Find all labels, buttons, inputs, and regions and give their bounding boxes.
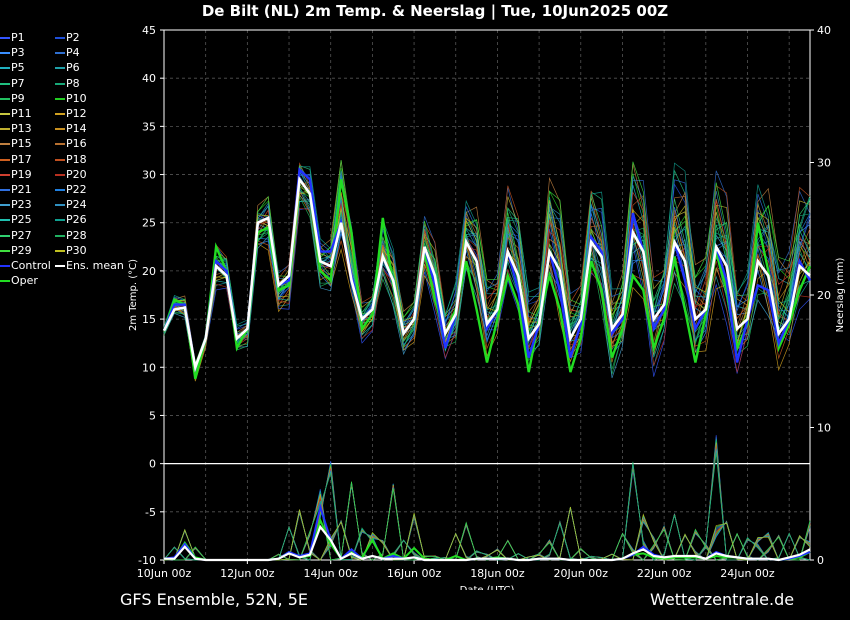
y-tick-label: 20	[142, 265, 156, 278]
member-precip-line	[163, 482, 811, 561]
x-tick-label: 14Jun 00z	[303, 567, 358, 580]
member-precip-line	[163, 506, 811, 561]
series	[162, 159, 812, 562]
member-precip-line	[163, 507, 811, 561]
member-precip-line	[163, 507, 811, 561]
x-tick-label: 22Jun 00z	[637, 567, 692, 580]
x-tick-label: 18Jun 00z	[470, 567, 525, 580]
y-tick-label: 0	[149, 458, 156, 471]
member-precip-line	[163, 507, 811, 561]
member-precip-line	[163, 483, 811, 561]
footer-source: Wetterzentrale.de	[650, 590, 795, 609]
y-tick-label: 40	[142, 72, 156, 85]
y2-tick-label: 40	[817, 24, 831, 37]
chart: -10 -5 0 5 10 15 20 25 30 35 40 45 0 10 20 30 40 10Jun 00…	[128, 24, 846, 590]
x-tick-label: 20Jun 00z	[554, 567, 609, 580]
member-precip-line	[163, 482, 811, 561]
member-precip-line	[163, 484, 811, 561]
member-precip-line	[163, 481, 811, 561]
footer-model-info: GFS Ensemble, 52N, 5E	[120, 590, 308, 609]
y-tick-label: 25	[142, 217, 156, 230]
member-precip-line	[163, 507, 811, 561]
member-precip-line	[163, 483, 811, 561]
member-precip-line	[163, 481, 811, 561]
member-precip-line	[163, 507, 811, 561]
y2-tick-label: 30	[817, 157, 831, 170]
y-tick-label: 30	[142, 169, 156, 182]
member-precip-line	[163, 507, 811, 561]
y-tick-label: -10	[138, 554, 156, 567]
y-tick-label: 35	[142, 120, 156, 133]
y-tick-label: 15	[142, 313, 156, 326]
member-precip-line	[163, 508, 811, 561]
member-precip-line	[163, 508, 811, 561]
y2-tick-label: 0	[817, 554, 824, 567]
x-tick-label: 12Jun 00z	[220, 567, 275, 580]
y-tick-label: 10	[142, 361, 156, 374]
y2-tick-label: 20	[817, 289, 831, 302]
y-tick-label: 45	[142, 24, 156, 37]
member-precip-line	[163, 507, 811, 561]
y-axis-label: 2m Temp. (°C)	[128, 259, 139, 331]
axes	[160, 29, 814, 564]
control-precip-line	[163, 503, 811, 562]
member-precip-line	[163, 482, 811, 561]
member-precip-line	[163, 484, 811, 561]
y-tick-label: 5	[149, 409, 156, 422]
x-tick-label: 16Jun 00z	[387, 567, 442, 580]
x-tick-label: 10Jun 00z	[137, 567, 192, 580]
y2-axis-label: Neerslag (mm)	[835, 257, 846, 332]
member-precip-line	[163, 483, 811, 561]
y-tick-label: -5	[145, 506, 156, 519]
x-axis-label: Date (UTC)	[460, 585, 515, 590]
x-tick-label: 24Jun 00z	[720, 567, 775, 580]
y2-tick-label: 10	[817, 422, 831, 435]
